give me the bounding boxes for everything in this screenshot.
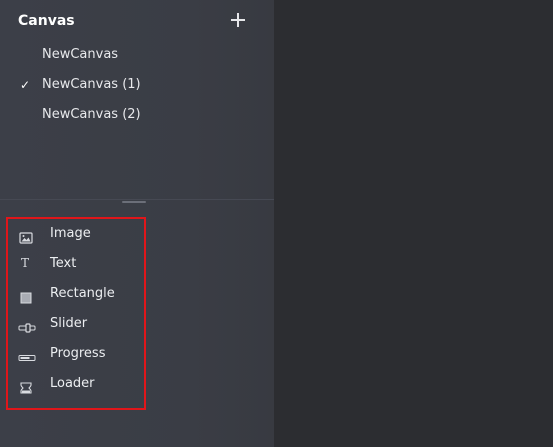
- sidebar: Canvas NewCanvas ✓ NewCanvas (1) NewCanv…: [0, 0, 274, 447]
- panel-divider: [0, 199, 274, 200]
- palette-item-label: Text: [50, 256, 77, 271]
- canvas-section-title: Canvas: [18, 13, 75, 29]
- palette-item-progress[interactable]: Progress: [8, 339, 144, 369]
- checkmark-icon: ✓: [20, 78, 31, 92]
- progress-icon: [18, 346, 36, 362]
- canvas-item-label: NewCanvas (2): [42, 107, 141, 122]
- palette-item-rectangle[interactable]: Rectangle: [8, 279, 144, 309]
- palette-item-text[interactable]: T Text: [8, 249, 144, 279]
- canvas-list-item-selected[interactable]: ✓ NewCanvas (1): [0, 70, 274, 100]
- slider-icon: [18, 316, 36, 333]
- resize-handle[interactable]: [122, 201, 146, 203]
- text-icon-glyph: T: [21, 256, 30, 270]
- text-icon: T: [18, 256, 34, 272]
- canvas-item-label: NewCanvas: [42, 47, 119, 62]
- loader-icon: [18, 376, 34, 394]
- canvas-list-item[interactable]: NewCanvas (2): [0, 100, 274, 130]
- palette-item-label: Image: [50, 226, 91, 241]
- component-palette: Image T Text Rectangle Slider Progress L…: [8, 219, 144, 399]
- canvas-list-item[interactable]: NewCanvas: [0, 40, 274, 70]
- component-palette-highlight: Image T Text Rectangle Slider Progress L…: [6, 217, 146, 410]
- image-icon: [18, 226, 34, 244]
- canvas-area[interactable]: [274, 0, 553, 447]
- palette-item-label: Progress: [50, 346, 106, 361]
- palette-item-label: Slider: [50, 316, 88, 331]
- app-window: Canvas NewCanvas ✓ NewCanvas (1) NewCanv…: [0, 0, 553, 447]
- palette-item-slider[interactable]: Slider: [8, 309, 144, 339]
- palette-item-image[interactable]: Image: [8, 219, 144, 249]
- palette-item-label: Rectangle: [50, 286, 115, 301]
- rectangle-icon: [18, 286, 34, 304]
- palette-item-label: Loader: [50, 376, 95, 391]
- canvas-section-header: Canvas: [18, 11, 246, 31]
- plus-icon[interactable]: [230, 12, 246, 28]
- canvas-list: NewCanvas ✓ NewCanvas (1) NewCanvas (2): [0, 40, 274, 130]
- canvas-item-label: NewCanvas (1): [42, 77, 141, 92]
- palette-item-loader[interactable]: Loader: [8, 369, 144, 399]
